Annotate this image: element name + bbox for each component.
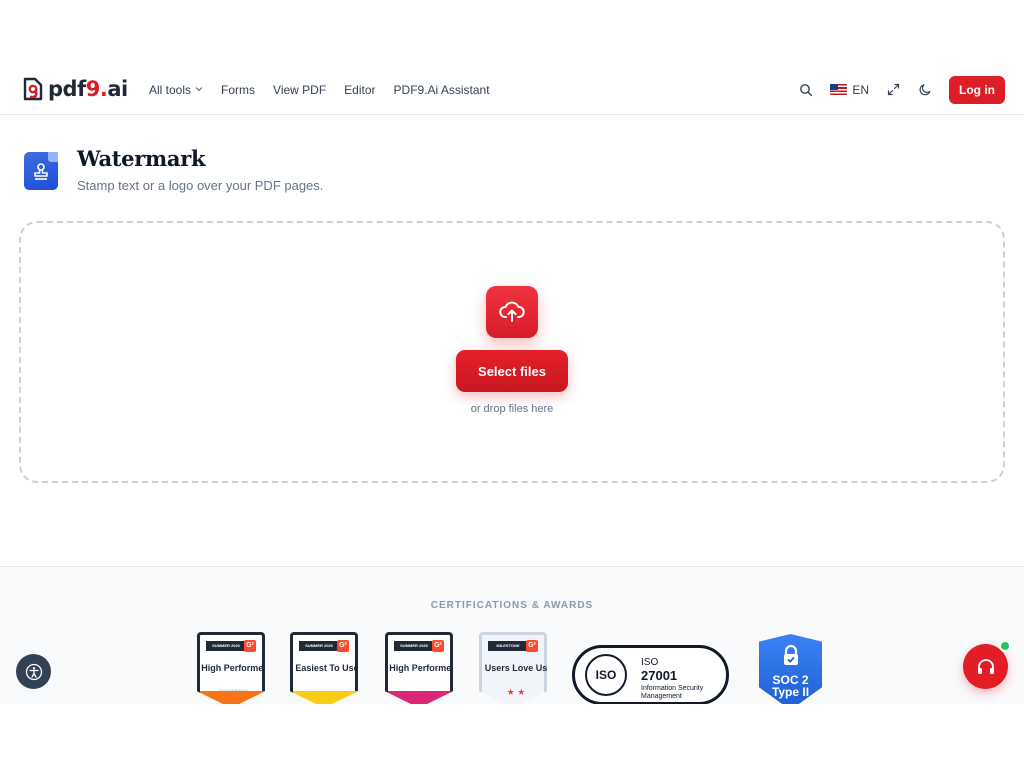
nav-assistant[interactable]: PDF9.Ai Assistant (394, 83, 490, 97)
nav-forms[interactable]: Forms (221, 83, 255, 97)
header-tools: EN Log in (798, 64, 1005, 115)
select-files-button[interactable]: Select files (456, 350, 568, 392)
chevron-down-icon (195, 85, 203, 95)
expand-icon[interactable] (885, 82, 901, 98)
accessibility-icon (25, 663, 42, 680)
us-flag-icon (830, 84, 848, 95)
certifications-title: CERTIFICATIONS & AWARDS (430, 600, 594, 611)
g2-logo-icon: G² (244, 640, 256, 652)
headset-icon (977, 658, 994, 674)
g2-badge-high-performer-europe: SUMMER 2026 EUROPE G² High Performer (385, 632, 453, 704)
lock-icon (784, 644, 798, 665)
drop-hint-text: or drop files here (470, 403, 554, 415)
nav-all-tools[interactable]: All tools (149, 83, 203, 97)
language-selector[interactable]: EN (830, 83, 869, 97)
iso-globe-icon: ISO (585, 654, 627, 696)
iso-27001-badge: ISO ISO 27001 Information Security Manag… (572, 645, 729, 704)
logo-wordmark: pdf9.ai (48, 77, 128, 101)
g2-logo-icon: G² (526, 640, 538, 652)
browser-viewport: pdf9.ai All tools Forms View PDF Editor … (0, 64, 1024, 704)
top-navbar: pdf9.ai All tools Forms View PDF Editor … (0, 64, 1024, 115)
dark-mode-moon-icon[interactable] (917, 82, 933, 98)
g2-logo-icon: G² (337, 640, 349, 652)
nav-editor[interactable]: Editor (344, 83, 375, 97)
search-icon[interactable] (798, 82, 814, 98)
watermark-tool-icon (24, 152, 58, 190)
nav-view-pdf[interactable]: View PDF (273, 83, 326, 97)
g2-badge-users-love-us: MILESTONE G² Users Love Us ★ ★ (479, 632, 547, 704)
page-subtitle: Stamp text or a logo over your PDF pages… (77, 178, 324, 193)
main-nav: All tools Forms View PDF Editor PDF9.Ai … (149, 64, 490, 115)
logo-mark-icon (22, 77, 44, 101)
online-status-dot (999, 640, 1011, 652)
pdf9-logo[interactable]: pdf9.ai (22, 77, 128, 101)
soc2-type2-badge: SOC 2 Type II (759, 634, 822, 704)
page-title: Watermark (77, 146, 206, 171)
login-button[interactable]: Log in (949, 75, 1005, 104)
star-rating-icon: ★ ★ (506, 687, 526, 697)
accessibility-button[interactable] (16, 654, 51, 689)
g2-badge-high-performer-enterprise: SUMMER 2026 G² High Performer ENTERPRISE (197, 632, 265, 704)
g2-badge-easiest-to-use: SUMMER 2026 G² Easiest To Use (290, 632, 358, 704)
cloud-upload-icon[interactable] (486, 286, 538, 338)
g2-logo-icon: G² (432, 640, 444, 652)
